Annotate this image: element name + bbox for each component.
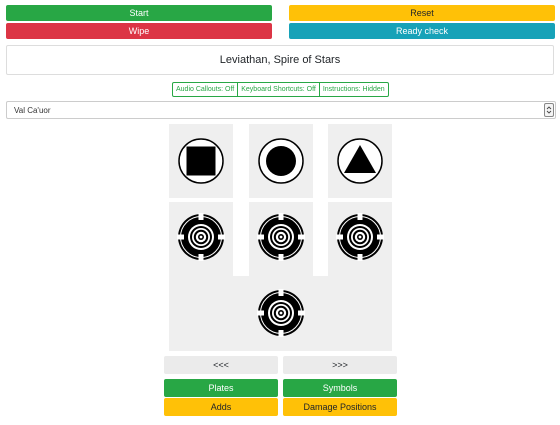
encounter-select-value: Val Ca'uor — [14, 105, 51, 115]
square-symbol-icon — [178, 138, 224, 184]
circle-symbol-icon — [258, 138, 304, 184]
keyboard-shortcuts-toggle[interactable]: Keyboard Shortcuts: Off — [237, 82, 320, 97]
adds-button[interactable]: Adds — [164, 398, 278, 416]
symbol-panel-square[interactable] — [169, 124, 233, 198]
damage-positions-button[interactable]: Damage Positions — [283, 398, 397, 416]
plates-button[interactable]: Plates — [164, 379, 278, 397]
symbols-button[interactable]: Symbols — [283, 379, 397, 397]
start-button[interactable]: Start — [6, 5, 272, 21]
encounter-select[interactable]: Val Ca'uor — [6, 101, 556, 119]
raid-title: Leviathan, Spire of Stars — [219, 54, 341, 66]
triangle-symbol-icon — [337, 138, 383, 184]
settings-toggle-group: Audio Callouts: Off Keyboard Shortcuts: … — [172, 82, 389, 97]
previous-button[interactable]: <<< — [164, 356, 278, 374]
raid-title-box: Leviathan, Spire of Stars — [6, 45, 554, 75]
plate-icon — [177, 213, 225, 261]
next-button[interactable]: >>> — [283, 356, 397, 374]
reset-button[interactable]: Reset — [289, 5, 555, 21]
instructions-toggle[interactable]: Instructions: Hidden — [318, 82, 389, 97]
ready-check-button[interactable]: Ready check — [289, 23, 555, 39]
wipe-button[interactable]: Wipe — [6, 23, 272, 39]
symbol-panel-circle[interactable] — [249, 124, 313, 198]
audio-callouts-toggle[interactable]: Audio Callouts: Off — [172, 82, 239, 97]
plate-icon — [257, 289, 305, 337]
plate-icon — [257, 213, 305, 261]
chevron-down-icon — [544, 103, 554, 117]
plate-icon — [336, 213, 384, 261]
symbol-panel-triangle[interactable] — [328, 124, 392, 198]
